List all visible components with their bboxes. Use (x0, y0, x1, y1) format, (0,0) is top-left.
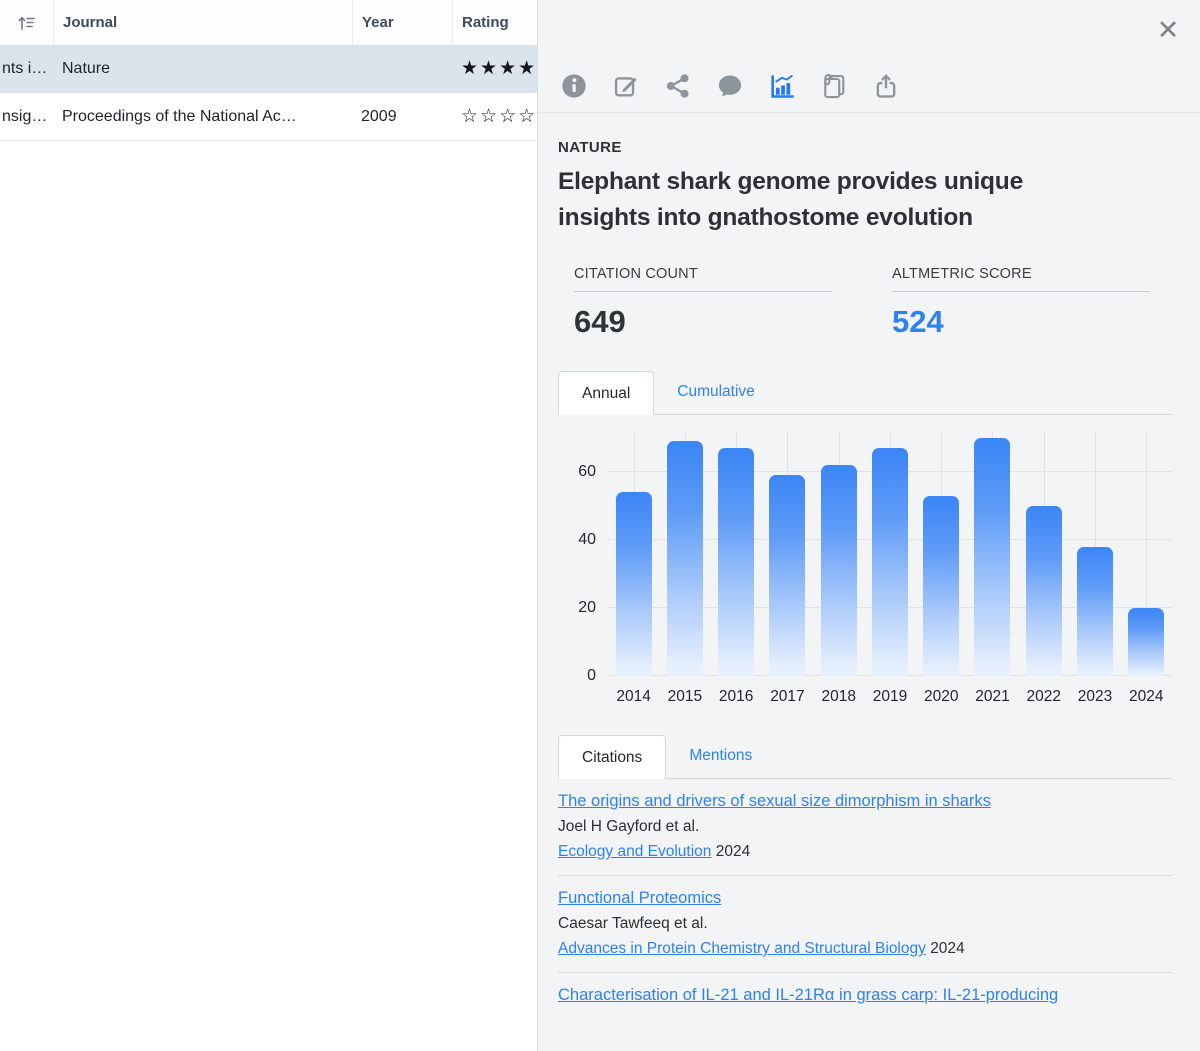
row-year: 2009 (352, 108, 452, 126)
bar-2024[interactable] (1128, 608, 1164, 676)
citation-journal-link[interactable]: Advances in Protein Chemistry and Struct… (558, 940, 926, 957)
tab-citations[interactable]: Citations (558, 735, 666, 779)
list-tabs: Citations Mentions (558, 734, 1172, 779)
y-tick-label: 0 (587, 667, 596, 685)
sort-ascending-icon (16, 12, 38, 34)
citation-entry: The origins and drivers of sexual size d… (558, 779, 1172, 876)
bar-2018[interactable] (821, 465, 857, 676)
x-tick-label: 2016 (711, 688, 762, 706)
citation-entry: Functional Proteomics Caesar Tawfeeq et … (558, 876, 1172, 973)
bar-2023[interactable] (1077, 547, 1113, 676)
export-icon[interactable] (872, 72, 900, 100)
comment-icon[interactable] (716, 72, 744, 100)
citation-entry: Characterisation of IL-21 and IL-21Rα in… (558, 973, 1172, 1019)
x-tick-label: 2015 (659, 688, 710, 706)
bar-2020[interactable] (923, 496, 959, 676)
altmetric-score-metric: ALTMETRIC SCORE 524 (892, 266, 1150, 340)
citation-list: The origins and drivers of sexual size d… (558, 779, 1172, 1019)
x-tick-label: 2020 (916, 688, 967, 706)
journal-label: NATURE (558, 139, 1172, 156)
y-tick-label: 20 (578, 599, 596, 617)
x-tick-label: 2023 (1069, 688, 1120, 706)
detail-panel: ✕ (537, 0, 1200, 1051)
x-tick-label: 2017 (762, 688, 813, 706)
chart-plot-area (608, 431, 1172, 676)
altmetric-score-label: ALTMETRIC SCORE (892, 266, 1150, 292)
bar-2015[interactable] (667, 441, 703, 676)
citation-count-value: 649 (574, 304, 832, 340)
x-tick-label: 2024 (1121, 688, 1172, 706)
row-title-fragment: nsig… (0, 108, 53, 126)
citation-title-link[interactable]: Functional Proteomics (558, 889, 721, 907)
bar-2014[interactable] (616, 492, 652, 676)
info-icon[interactable] (560, 72, 588, 100)
row-title-fragment: nts i… (0, 60, 53, 78)
bar-2022[interactable] (1026, 506, 1062, 676)
citation-year: 2024 (930, 940, 964, 957)
x-tick-label: 2022 (1018, 688, 1069, 706)
row-journal: Nature (53, 60, 352, 78)
x-tick-label: 2021 (967, 688, 1018, 706)
citation-authors: Joel H Gayford et al. (558, 818, 1172, 836)
citation-count-metric: CITATION COUNT 649 (574, 266, 832, 340)
metrics-icon[interactable] (768, 72, 796, 100)
x-tick-label: 2014 (608, 688, 659, 706)
paper-title: Elephant shark genome provides unique in… (558, 164, 1103, 236)
y-tick-label: 60 (578, 463, 596, 481)
x-tick-label: 2019 (864, 688, 915, 706)
tab-annual[interactable]: Annual (558, 371, 654, 415)
row-journal: Proceedings of the National Ac… (53, 108, 352, 126)
detail-toolbar (560, 72, 900, 100)
citation-title-link[interactable]: The origins and drivers of sexual size d… (558, 792, 991, 810)
sort-button[interactable] (0, 0, 53, 45)
citation-title-link[interactable]: Characterisation of IL-21 and IL-21Rα in… (558, 986, 1058, 1004)
citation-journal-link[interactable]: Ecology and Evolution (558, 843, 711, 860)
tab-mentions[interactable]: Mentions (666, 734, 775, 778)
citation-count-label: CITATION COUNT (574, 266, 832, 292)
edit-icon[interactable] (612, 72, 640, 100)
bar-2019[interactable] (872, 448, 908, 676)
x-tick-label: 2018 (813, 688, 864, 706)
metrics-row: CITATION COUNT 649 ALTMETRIC SCORE 524 (574, 266, 1172, 340)
y-tick-label: 40 (578, 531, 596, 549)
close-icon[interactable]: ✕ (1152, 14, 1184, 46)
bar-2016[interactable] (718, 448, 754, 676)
chart-y-axis: 0204060 (558, 431, 608, 676)
chart-tabs: Annual Cumulative (558, 370, 1172, 415)
column-header-journal[interactable]: Journal (53, 0, 352, 45)
column-header-year[interactable]: Year (352, 0, 452, 45)
tab-cumulative[interactable]: Cumulative (654, 370, 778, 414)
bar-2017[interactable] (769, 475, 805, 676)
citation-authors: Caesar Tawfeeq et al. (558, 915, 1172, 933)
bar-2021[interactable] (974, 438, 1010, 676)
citation-year: 2024 (716, 843, 750, 860)
panel-header: ✕ (538, 0, 1200, 113)
altmetric-score-value: 524 (892, 304, 1150, 340)
chart-x-axis: 2014201520162017201820192020202120222023… (608, 688, 1172, 706)
citations-bar-chart: 0 20 40 60 20142015201620172018201920202021… (558, 431, 1172, 706)
attachments-icon[interactable] (820, 72, 848, 100)
share-icon[interactable] (664, 72, 692, 100)
